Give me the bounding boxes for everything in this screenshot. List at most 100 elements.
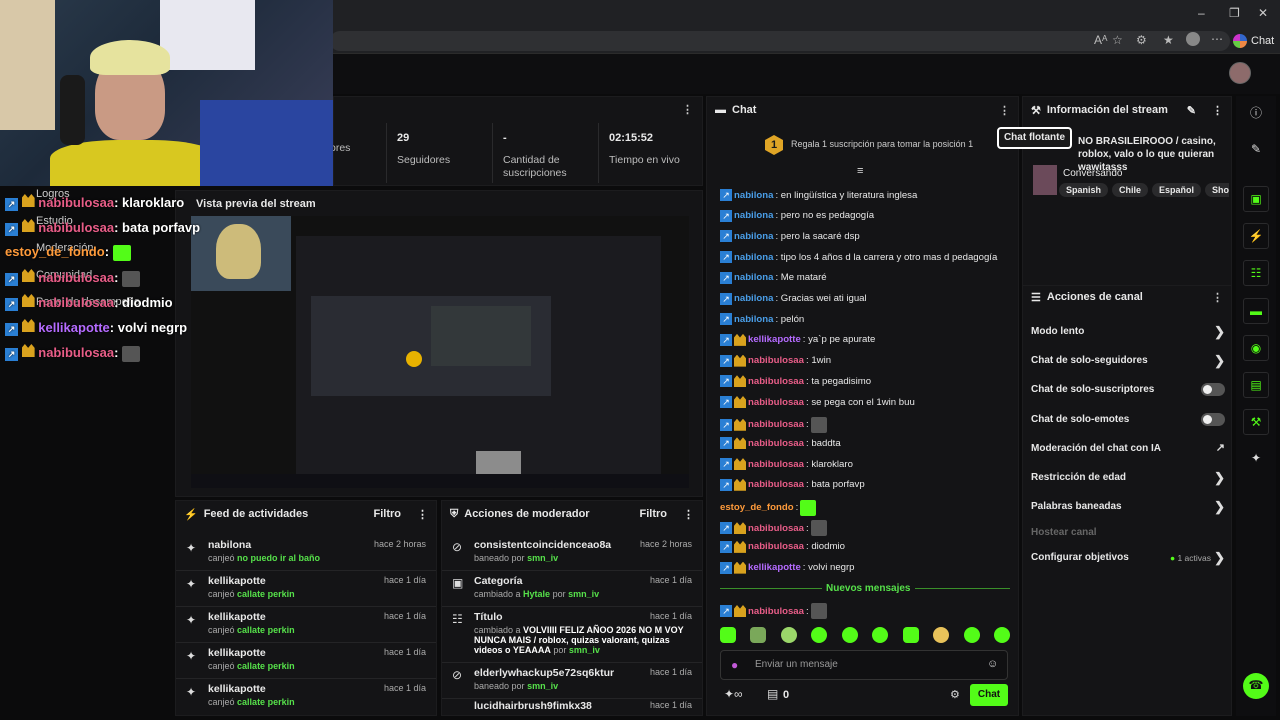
chat-message[interactable]: ↗ nabilona: Me mataré <box>720 271 827 284</box>
minimize-icon[interactable]: – <box>1198 6 1205 20</box>
favorite-star-icon[interactable]: ☆ <box>1112 33 1123 47</box>
broadcast-icon[interactable]: ◉ <box>1243 335 1269 361</box>
chat-message[interactable]: ↗ nabibulosaa: <box>720 416 827 433</box>
kebab-menu-icon[interactable]: ⋮ <box>683 508 694 521</box>
feed-row[interactable]: ✦ nabilona hace 2 horas canjeó no puedo … <box>176 535 436 571</box>
kebab-menu-icon[interactable]: ⋮ <box>417 508 428 521</box>
chat-icon[interactable]: ▬ <box>1243 298 1269 324</box>
toggle-switch[interactable] <box>1201 383 1225 396</box>
mod-row[interactable]: ⊘ elderlywhackup5e72sq6ktur hace 1 día b… <box>442 663 702 699</box>
chat-message[interactable]: ↗ nabilona: pelón <box>720 313 804 326</box>
chat-message[interactable]: ↗ nabibulosaa: klaroklaro <box>720 458 853 471</box>
gift-banner[interactable]: 1 Regala 1 suscripción para tomar la pos… <box>707 125 1020 165</box>
chat-message[interactable]: ↗ nabibulosaa: baddta <box>720 437 841 450</box>
settings-gear-icon[interactable]: ⚙ <box>950 688 960 701</box>
new-messages-divider[interactable]: Nuevos mensajes <box>822 583 915 594</box>
pencil-icon[interactable]: ✎ <box>1243 137 1269 163</box>
mod-row[interactable]: ⊘ consistentcoincidenceao8a hace 2 horas… <box>442 535 702 571</box>
emote-icon[interactable] <box>780 627 797 643</box>
copilot-button[interactable]: Chat <box>1233 32 1274 50</box>
floating-chat-tooltip[interactable]: Chat flotante <box>997 127 1072 149</box>
action-banned-words[interactable]: Palabras baneadas ❯ <box>1031 499 1225 514</box>
mod-row[interactable]: ☷ Título hace 1 día cambiado a VOLVIIII … <box>442 607 702 663</box>
stream-preview-video[interactable] <box>191 216 689 488</box>
info-icon[interactable]: ⓘ <box>1243 101 1269 127</box>
toggle-switch[interactable] <box>1201 413 1225 426</box>
community-icon[interactable]: ✦ <box>1243 446 1269 472</box>
tag[interactable]: Spanish <box>1059 183 1109 197</box>
emote-icon[interactable] <box>750 627 767 643</box>
action-age-restriction[interactable]: Restricción de edad ❯ <box>1031 470 1225 485</box>
chat-message[interactable]: ↗ nabibulosaa: bata porfavp <box>720 478 865 491</box>
kebab-menu-icon[interactable]: ⋮ <box>682 103 693 116</box>
chat-message[interactable]: ↗ nabibulosaa: se pega con el 1win buu <box>720 396 915 408</box>
document-icon[interactable]: ☷ <box>1243 260 1269 286</box>
ban-icon: ⊘ <box>452 668 463 682</box>
emoji-icon[interactable]: ☺ <box>987 658 998 670</box>
maximize-icon[interactable]: ❐ <box>1229 6 1240 20</box>
mod-row[interactable]: lucidhairbrush9fimkx38 hace 1 día <box>442 699 702 717</box>
chat-message[interactable]: ↗ kellikapotte: ya`p pe apurate <box>720 333 875 346</box>
edit-pencil-icon[interactable]: ✎ <box>1187 104 1196 117</box>
chat-message[interactable]: ↗ nabibulosaa: ta pegadisimo <box>720 375 871 388</box>
emote-icon[interactable] <box>720 627 736 643</box>
action-emotes-only[interactable]: Chat de solo-emotes <box>1031 413 1225 426</box>
emote-icon[interactable] <box>902 627 919 643</box>
chat-message[interactable]: ↗ nabibulosaa: <box>720 520 827 537</box>
action-followers-only[interactable]: Chat de solo-seguidores ❯ <box>1031 353 1225 368</box>
emote-icon[interactable] <box>963 627 980 643</box>
action-ai-moderation[interactable]: Moderación del chat con IA ↗ <box>1031 442 1225 454</box>
feed-row[interactable]: ✦ kellikapotte hace 1 día canjeó callate… <box>176 679 436 715</box>
layout-icon[interactable]: ▤ <box>1243 372 1269 398</box>
kebab-menu-icon[interactable]: ⋮ <box>1212 104 1223 117</box>
chat-input[interactable]: ● Enviar un mensaje ☺ <box>720 650 1008 680</box>
emote-icon[interactable] <box>993 627 1010 643</box>
chat-message[interactable]: ↗ nabilona: Gracias wei ati igual <box>720 292 867 305</box>
chat-message[interactable]: ↗ nabilona: pero la sacaré dsp <box>720 230 860 243</box>
chat-message[interactable]: ↗ nabibulosaa: 1win <box>720 354 831 367</box>
chat-message[interactable]: ↗ nabilona: tipo los 4 años d la carrera … <box>720 251 997 264</box>
chat-message[interactable]: estoy_de_fondo: <box>720 499 817 516</box>
chat-message[interactable]: ↗ nabilona: en lingüística y literatura i… <box>720 189 917 201</box>
read-aloud-icon[interactable]: Aᴬ <box>1094 33 1107 47</box>
feed-row[interactable]: ✦ kellikapotte hace 1 día canjeó callate… <box>176 643 436 679</box>
profile-icon[interactable] <box>1186 32 1200 46</box>
microphone-icon[interactable]: ● <box>731 658 738 672</box>
feed-row[interactable]: ✦ kellikapotte hace 1 día canjeó callate… <box>176 607 436 643</box>
chat-message[interactable]: ↗ nabibulosaa: diodmio <box>720 540 845 553</box>
favorites-icon[interactable]: ★ <box>1163 33 1174 47</box>
kebab-menu-icon[interactable]: ⋮ <box>1212 291 1223 304</box>
more-icon[interactable]: ⋯ <box>1211 32 1223 46</box>
kebab-menu-icon[interactable]: ⋮ <box>999 104 1010 117</box>
action-configure-goals[interactable]: Configurar objetivos ● 1 activas ❯ <box>1031 550 1225 565</box>
emote-icon[interactable] <box>841 627 858 643</box>
avatar[interactable] <box>1229 62 1251 84</box>
close-icon[interactable]: ✕ <box>1258 6 1268 20</box>
tag[interactable]: Shooter <box>1205 183 1229 197</box>
action-subscribers-only[interactable]: Chat de solo-suscriptores <box>1031 383 1225 396</box>
chat-message[interactable]: ↗ kellikapotte: volvi negrp <box>720 561 855 574</box>
tag[interactable]: Español <box>1152 183 1202 197</box>
gift-icon[interactable]: ▤ <box>767 687 778 701</box>
chat-message[interactable]: ↗ nabilona: pero no es pedagogía <box>720 209 874 222</box>
bolt-icon[interactable]: ⚡ <box>1243 223 1269 249</box>
filter-button[interactable]: Filtro <box>374 508 402 520</box>
mod-row[interactable]: ▣ Categoría hace 1 día cambiado a Hytale… <box>442 571 702 607</box>
bolt-icon: ⚡ <box>184 508 198 521</box>
filter-button[interactable]: Filtro <box>640 508 668 520</box>
extensions-icon[interactable]: ⚙ <box>1136 33 1147 47</box>
wrench-icon[interactable]: ⚒ <box>1243 409 1269 435</box>
filter-lines-icon[interactable]: ≡ <box>857 165 863 177</box>
action-slow-mode[interactable]: Modo lento ❯ <box>1031 324 1225 339</box>
camera-icon[interactable]: ▣ <box>1243 186 1269 212</box>
emote-icon[interactable] <box>811 627 828 643</box>
feed-row[interactable]: ✦ kellikapotte hace 1 día canjeó callate… <box>176 571 436 607</box>
emote-icon[interactable] <box>933 627 950 643</box>
support-icon[interactable]: ☎ <box>1243 673 1269 699</box>
points-icon[interactable]: ✦∞ <box>724 687 743 701</box>
chat-bubble-icon: ▬ <box>715 104 726 116</box>
send-chat-button[interactable]: Chat <box>970 684 1008 706</box>
tag[interactable]: Chile <box>1112 183 1149 197</box>
emote-icon[interactable] <box>872 627 889 643</box>
chat-message[interactable]: ↗ nabibulosaa: <box>720 603 827 619</box>
